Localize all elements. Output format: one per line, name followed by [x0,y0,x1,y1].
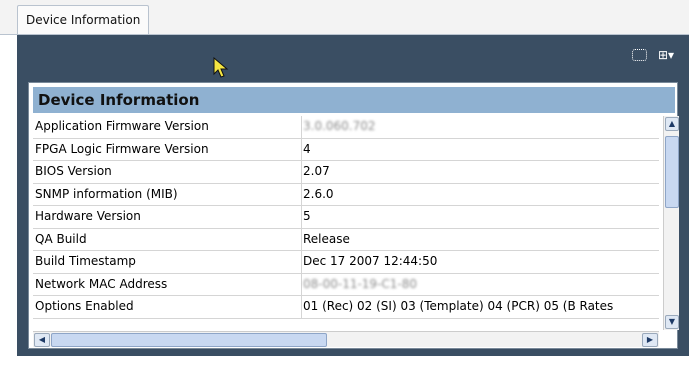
table-row: Network MAC Address 08-00-11-19-C1-80 [33,273,659,296]
horizontal-scrollbar[interactable]: ◀ ▶ [33,331,659,347]
table-row: Build Timestamp Dec 17 2007 12:44:50 [33,251,659,274]
columns-menu-icon[interactable]: ⊞▾ [658,49,674,61]
row-value: 3.0.060.702 [303,119,376,133]
info-rows: Application Firmware Version 3.0.060.702 … [33,116,659,319]
row-value: Dec 17 2007 12:44:50 [303,254,438,268]
table-row: Options Enabled 01 (Rec) 02 (SI) 03 (Temp… [33,296,659,319]
table-row: BIOS Version 2.07 [33,161,659,184]
row-value: 08-00-11-19-C1-80 [303,276,418,291]
row-value: 01 (Rec) 02 (SI) 03 (Template) 04 (PCR) … [303,299,614,313]
mouse-cursor-icon [213,57,229,78]
row-value: Release [303,231,350,246]
table-row: Hardware Version 5 [33,206,659,229]
table-row: FPGA Logic Firmware Version 4 [33,138,659,161]
row-label: SNMP information (MIB) [35,186,178,201]
row-value: 2.6.0 [303,186,334,201]
row-label: QA Build [35,231,87,246]
row-label: Hardware Version [35,209,141,223]
row-label: Application Firmware Version [35,119,209,133]
row-value: 4 [303,141,311,156]
device-info-table: Device Information Application Firmware … [28,82,679,349]
vertical-scrollbar[interactable]: ▲ ▼ [663,116,679,330]
dashed-select-icon[interactable] [632,49,647,61]
row-value: 5 [303,209,311,223]
scroll-down-icon[interactable]: ▼ [665,315,679,329]
row-label: FPGA Logic Firmware Version [35,141,209,156]
row-label: Network MAC Address [35,276,168,291]
scroll-up-icon[interactable]: ▲ [665,117,679,131]
horizontal-scroll-thumb[interactable] [51,333,327,347]
device-info-panel: ⊞▾ Device Information Application Firmwa… [17,35,689,356]
table-row: QA Build Release [33,228,659,251]
scroll-left-icon[interactable]: ◀ [34,333,50,347]
table-row: SNMP information (MIB) 2.6.0 [33,183,659,206]
row-value: 2.07 [303,164,330,178]
section-title: Device Information [33,87,675,113]
row-label: Build Timestamp [35,254,136,268]
scroll-right-icon[interactable]: ▶ [642,333,658,347]
row-label: Options Enabled [35,299,134,313]
row-label: BIOS Version [35,164,112,178]
table-row: Application Firmware Version 3.0.060.702 [33,116,659,139]
panel-toolbar: ⊞▾ [17,35,689,71]
tab-strip: Device Information [0,0,689,35]
tab-device-information[interactable]: Device Information [17,5,150,35]
vertical-scroll-thumb[interactable] [665,136,679,208]
